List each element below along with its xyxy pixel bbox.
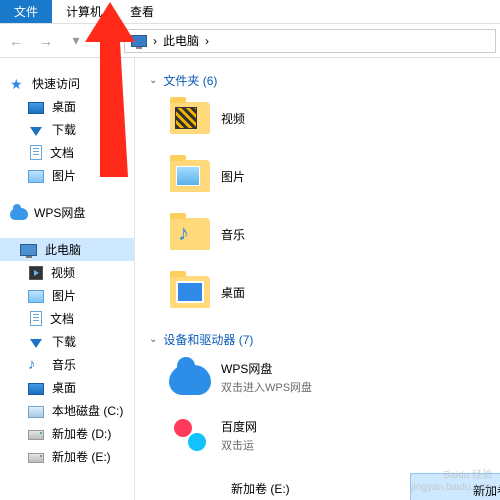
folder-tile-music[interactable]: 音乐 <box>169 213 349 255</box>
breadcrumb-location: 此电脑 <box>163 32 199 49</box>
folder-picture-icon <box>170 160 210 192</box>
drive-tile-e[interactable]: 新加卷 (E:) 616 GB 可用，共 620 GB <box>169 474 387 500</box>
pc-icon <box>131 35 147 47</box>
sidebar-item-label: 新加卷 (D:) <box>52 425 111 442</box>
sidebar-item-music[interactable]: ♪ 音乐 <box>0 353 134 376</box>
sidebar-item-drive-e[interactable]: 新加卷 (E:) <box>0 445 134 468</box>
section-folders-header[interactable]: ⌄ 文件夹 (6) <box>149 72 500 89</box>
drive-label: 新加卷 (E:) <box>231 480 381 497</box>
folder-video-icon <box>170 102 210 134</box>
tile-sublabel: 双击运 <box>221 437 257 453</box>
watermark: Baidu 经验 jingyan.baidu.com <box>411 470 492 494</box>
sidebar-item-label: 音乐 <box>52 356 76 373</box>
sidebar-item-localdisk-c[interactable]: 本地磁盘 (C:) <box>0 399 134 422</box>
sidebar-item-label: 下载 <box>52 333 76 350</box>
sidebar-item-drive-d[interactable]: 新加卷 (D:) <box>0 422 134 445</box>
picture-icon <box>28 290 44 303</box>
sidebar-item-downloads[interactable]: 下载 <box>0 330 134 353</box>
devices-grid: WPS网盘 双击进入WPS网盘 百度网 双击运 <box>149 356 500 456</box>
document-icon <box>30 145 42 160</box>
sidebar-label: 快速访问 <box>32 75 80 92</box>
ribbon-tabs: 文件 计算机 查看 <box>0 0 500 24</box>
breadcrumb-sep: › <box>153 34 157 48</box>
sidebar-item-documents[interactable]: 文档 <box>0 141 134 164</box>
folder-tile-desktop[interactable]: 桌面 <box>169 271 349 313</box>
sidebar-item-label: 文档 <box>50 144 74 161</box>
tile-label: 桌面 <box>221 284 245 301</box>
sidebar-item-label: 桌面 <box>52 98 76 115</box>
download-icon <box>30 127 42 136</box>
sidebar-item-label: 图片 <box>52 287 76 304</box>
breadcrumb-sep: › <box>205 34 209 48</box>
sidebar-item-label: 视频 <box>51 264 75 281</box>
sidebar-item-downloads[interactable]: 下载 <box>0 118 134 141</box>
folder-desktop-icon <box>170 276 210 308</box>
localdisk-icon <box>28 406 44 418</box>
cloud-icon <box>169 365 211 395</box>
chevron-down-icon: ⌄ <box>149 334 157 345</box>
content-pane: ⌄ 文件夹 (6) 视频 图片 音乐 桌面 ⌄ 设备和驱动器 (7) <box>135 58 500 500</box>
sidebar-label: WPS网盘 <box>34 204 85 221</box>
desktop-icon <box>28 383 44 395</box>
star-icon: ★ <box>10 76 26 92</box>
ribbon-tab-computer[interactable]: 计算机 <box>52 0 116 23</box>
music-icon: ♪ <box>28 357 44 373</box>
folders-grid: 视频 图片 音乐 桌面 <box>149 97 500 313</box>
tile-label: 图片 <box>221 168 245 185</box>
tile-label: 音乐 <box>221 226 245 243</box>
ribbon-tab-view[interactable]: 查看 <box>116 0 168 23</box>
nav-up-icon[interactable]: ↑ <box>94 29 118 53</box>
section-title: 设备和驱动器 (7) <box>163 331 253 348</box>
desktop-icon <box>28 102 44 114</box>
picture-icon <box>28 170 44 183</box>
document-icon <box>30 311 42 326</box>
sidebar: ★ 快速访问 桌面 下载 文档 图片 WPS网盘 此电脑 视频 图片 文档 下载… <box>0 58 135 500</box>
pc-icon <box>20 244 37 256</box>
folder-tile-videos[interactable]: 视频 <box>169 97 349 139</box>
section-title: 文件夹 (6) <box>163 72 217 89</box>
ribbon-tab-file[interactable]: 文件 <box>0 0 52 23</box>
sidebar-item-desktop[interactable]: 桌面 <box>0 95 134 118</box>
nav-forward-icon[interactable]: → <box>34 29 58 53</box>
download-icon <box>30 339 42 348</box>
tile-label: WPS网盘 <box>221 360 312 377</box>
sidebar-item-desktop[interactable]: 桌面 <box>0 376 134 399</box>
tile-sublabel: 双击进入WPS网盘 <box>221 379 312 395</box>
section-devices-header[interactable]: ⌄ 设备和驱动器 (7) <box>149 331 500 348</box>
sidebar-wps[interactable]: WPS网盘 <box>0 201 134 224</box>
sidebar-item-label: 新加卷 (E:) <box>52 448 111 465</box>
folder-music-icon <box>170 218 210 250</box>
cloud-icon <box>10 208 28 220</box>
sidebar-item-label: 文档 <box>50 310 74 327</box>
disk-icon <box>28 430 44 440</box>
disk-icon <box>28 453 44 463</box>
sidebar-item-label: 图片 <box>52 167 76 184</box>
nav-dropdown-icon[interactable]: ▾ <box>64 29 88 53</box>
folder-tile-pictures[interactable]: 图片 <box>169 155 349 197</box>
sidebar-item-label: 桌面 <box>52 379 76 396</box>
sidebar-item-pictures[interactable]: 图片 <box>0 284 134 307</box>
sidebar-this-pc[interactable]: 此电脑 <box>0 238 134 261</box>
device-tile-wps[interactable]: WPS网盘 双击进入WPS网盘 <box>169 356 349 398</box>
sidebar-quick-access[interactable]: ★ 快速访问 <box>0 72 134 95</box>
nav-bar: ← → ▾ ↑ › 此电脑 › <box>0 24 500 58</box>
breadcrumb[interactable]: › 此电脑 › <box>124 29 496 53</box>
sidebar-item-label: 下载 <box>52 121 76 138</box>
baidu-icon <box>170 415 210 455</box>
device-tile-baidu[interactable]: 百度网 双击运 <box>169 414 349 456</box>
chevron-down-icon: ⌄ <box>149 75 157 86</box>
sidebar-item-videos[interactable]: 视频 <box>0 261 134 284</box>
sidebar-item-documents[interactable]: 文档 <box>0 307 134 330</box>
tile-label: 视频 <box>221 110 245 127</box>
nav-back-icon[interactable]: ← <box>4 29 28 53</box>
sidebar-item-pictures[interactable]: 图片 <box>0 164 134 187</box>
tile-label: 百度网 <box>221 418 257 435</box>
sidebar-label: 此电脑 <box>45 241 81 258</box>
video-icon <box>29 266 43 280</box>
sidebar-item-label: 本地磁盘 (C:) <box>52 402 123 419</box>
